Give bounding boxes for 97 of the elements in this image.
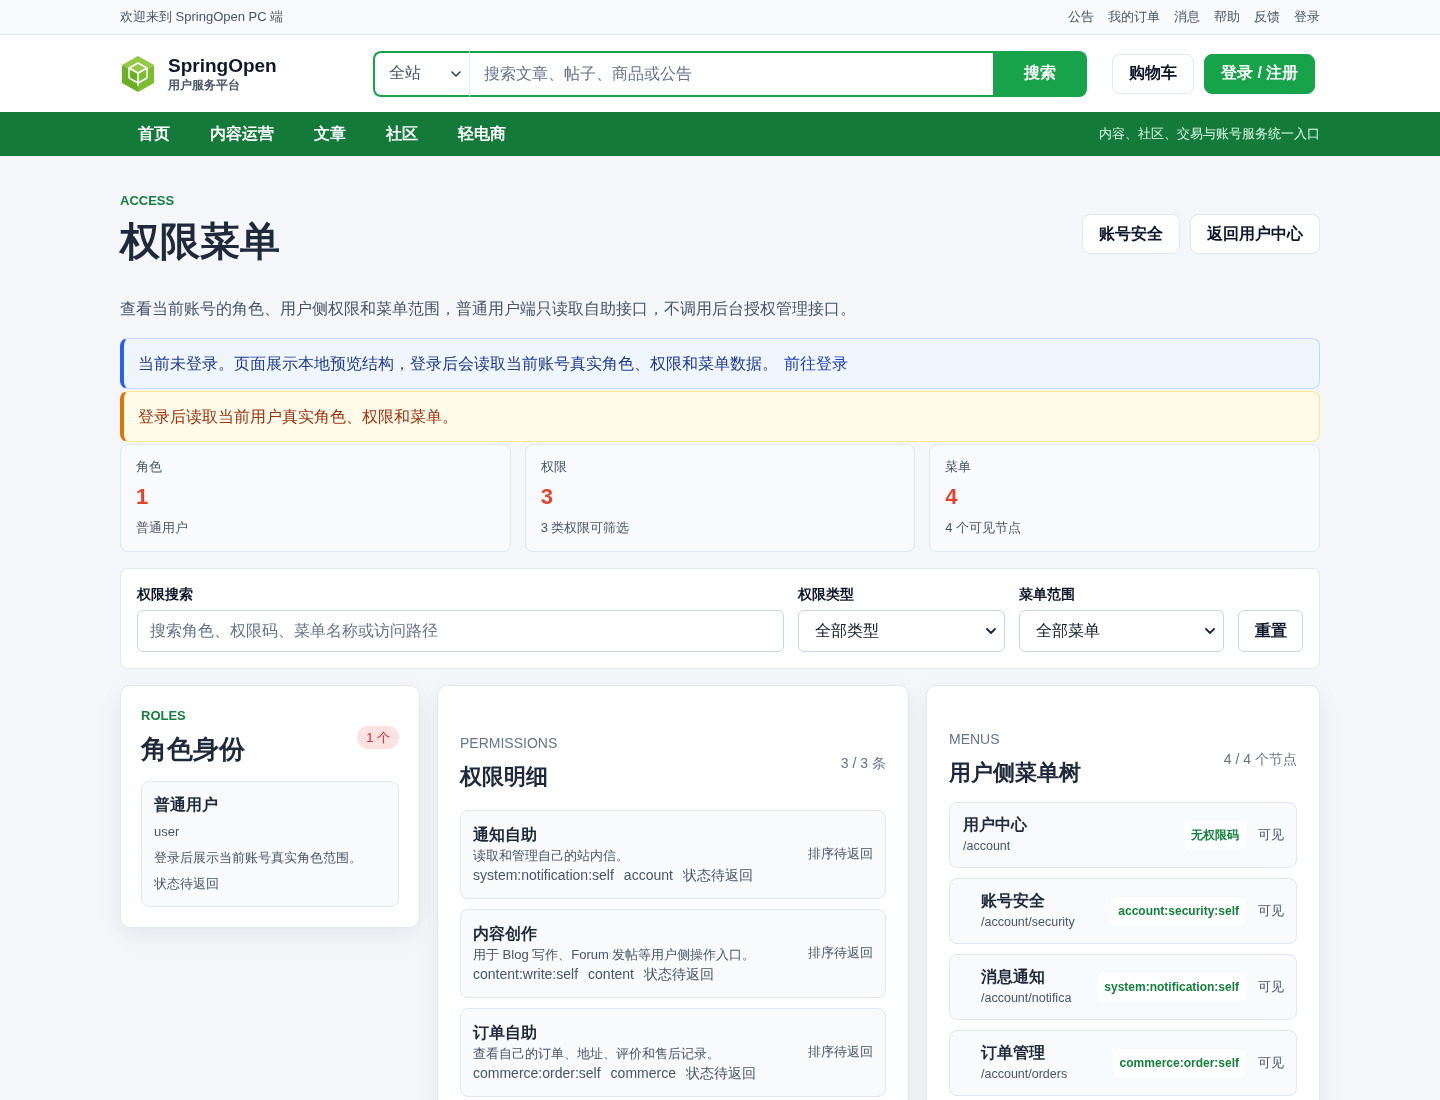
nav-item[interactable]: 社区 <box>368 123 436 145</box>
section-eyebrow: MENUS <box>949 730 1001 748</box>
page-description: 查看当前账号的角色、用户侧权限和菜单范围，普通用户端只读取自助接口，不调用后台授权管理接口。 <box>120 299 857 319</box>
role-description: 登录后展示当前账号真实角色范围。 <box>154 849 362 867</box>
permission-status: 状态待返回 <box>682 866 753 885</box>
menu-path: /account <box>963 838 1011 855</box>
section-title: 用户侧菜单树 <box>949 759 1081 787</box>
menu-path: /account/security <box>981 914 1075 931</box>
nav-item[interactable]: 轻电商 <box>440 123 524 145</box>
nav-tagline: 内容、社区、交易与账号服务统一入口 <box>1099 125 1320 143</box>
role-name: 普通用户 <box>154 795 218 815</box>
permission-name: 通知自助 <box>473 825 537 845</box>
permission-sort: 排序待返回 <box>808 1043 873 1061</box>
page-eyebrow: ACCESS <box>120 193 176 209</box>
menu-scope-select[interactable]: 全部菜单 <box>1019 610 1224 652</box>
field-label: 权限类型 <box>798 585 854 604</box>
page-action-button[interactable]: 账号安全 <box>1082 214 1180 254</box>
menu-path: /account/orders <box>981 1066 1068 1083</box>
chevron-down-icon <box>1205 628 1215 634</box>
menu-name: 订单管理 <box>981 1043 1045 1063</box>
chevron-down-icon <box>451 70 461 77</box>
permission-sort: 排序待返回 <box>808 845 873 863</box>
top-link[interactable]: 公告 <box>1068 8 1094 26</box>
menu-node[interactable]: 订单管理 /account/orders commerce:order:self 可见 <box>949 1030 1297 1096</box>
permission-description: 读取和管理自己的站内信。 <box>473 847 629 865</box>
menu-name: 消息通知 <box>981 967 1045 987</box>
result-count: 4 / 4 个节点 <box>1223 750 1297 769</box>
page-action-button[interactable]: 返回用户中心 <box>1190 214 1320 254</box>
reset-button[interactable]: 重置 <box>1238 610 1303 652</box>
search-input[interactable]: 搜索文章、帖子、商品或公告 <box>470 50 993 97</box>
stat-label: 菜单 <box>945 458 972 476</box>
permission-code: content:write:self <box>473 965 579 984</box>
welcome-text: 欢迎来到 SpringOpen PC 端 <box>120 8 284 26</box>
brand-subtitle: 用户服务平台 <box>168 76 241 93</box>
menu-node[interactable]: 用户中心 /account 无权限码 可见 <box>949 802 1297 868</box>
permission-tag: account:security:self <box>1111 896 1246 926</box>
section-eyebrow: ROLES <box>141 708 187 724</box>
permission-tag: commerce:order:self <box>1112 1048 1246 1078</box>
stat-value: 4 <box>945 483 958 511</box>
top-link[interactable]: 反馈 <box>1254 8 1280 26</box>
type-select[interactable]: 全部类型 <box>798 610 1005 652</box>
alert-text: 登录后读取当前用户真实角色、权限和菜单。 <box>138 406 458 427</box>
permission-code: system:notification:self <box>473 866 614 885</box>
stat-value: 3 <box>540 483 553 511</box>
role-code: user <box>154 823 180 841</box>
stat-note: 普通用户 <box>136 519 188 537</box>
stat-note: 4 个可见节点 <box>945 519 1022 537</box>
count-badge: 1 个 <box>357 725 399 749</box>
nav-item[interactable]: 文章 <box>296 123 364 145</box>
permission-name: 订单自助 <box>473 1023 537 1043</box>
permission-name: 内容创作 <box>473 924 537 944</box>
cart-button[interactable]: 购物车 <box>1112 53 1194 94</box>
nav-item[interactable]: 首页 <box>120 123 188 145</box>
visibility-text: 可见 <box>1258 978 1284 996</box>
menu-path: /account/notifica <box>981 990 1072 1007</box>
menu-name: 账号安全 <box>981 891 1045 911</box>
permission-status: 状态待返回 <box>644 965 714 984</box>
result-count: 3 / 3 条 <box>840 754 886 773</box>
nav-item[interactable]: 内容运营 <box>192 123 292 145</box>
visibility-text: 可见 <box>1258 826 1284 844</box>
brand-name: SpringOpen <box>168 54 277 77</box>
section-title: 权限明细 <box>460 763 549 791</box>
login-link[interactable]: 前往登录 <box>784 351 848 376</box>
permission-sort: 排序待返回 <box>808 944 873 962</box>
stat-label: 权限 <box>540 458 567 476</box>
permission-module: account <box>623 866 673 885</box>
permission-code: commerce:order:self <box>473 1064 601 1083</box>
menu-name: 用户中心 <box>963 815 1027 835</box>
permission-tag: system:notification:self <box>1097 972 1246 1002</box>
permission-description: 查看自己的订单、地址、评价和售后记录。 <box>473 1045 720 1063</box>
chevron-down-icon <box>986 628 996 634</box>
section-title: 角色身份 <box>141 733 245 766</box>
top-link[interactable]: 消息 <box>1174 8 1200 26</box>
permission-description: 用于 Blog 写作、Forum 发帖等用户侧操作入口。 <box>473 946 756 964</box>
cube-logo-icon[interactable] <box>120 54 156 93</box>
menu-node[interactable]: 消息通知 /account/notifica system:notification:self 可见 <box>949 954 1297 1020</box>
search-scope-select[interactable]: 全站 <box>373 50 470 97</box>
stat-value: 1 <box>136 483 149 511</box>
menu-node[interactable]: 账号安全 /account/security account:security:self 可见 <box>949 878 1297 944</box>
visibility-text: 可见 <box>1258 902 1284 920</box>
top-link[interactable]: 帮助 <box>1214 8 1240 26</box>
field-label: 权限搜索 <box>137 585 193 604</box>
page-title: 权限菜单 <box>120 218 280 265</box>
section-eyebrow: PERMISSIONS <box>460 734 558 752</box>
permission-tag: 无权限码 <box>1184 820 1246 850</box>
visibility-text: 可见 <box>1258 1054 1284 1072</box>
field-label: 菜单范围 <box>1019 585 1075 604</box>
stat-label: 角色 <box>136 458 162 476</box>
stat-note: 3 类权限可筛选 <box>540 519 630 537</box>
permission-search-field[interactable]: 搜索角色、权限码、菜单名称或访问路径 <box>137 610 784 652</box>
top-link[interactable]: 登录 <box>1294 8 1320 26</box>
alert-text: 当前未登录。页面展示本地预览结构，登录后会读取当前账号真实角色、权限和菜单数据。 <box>138 353 778 374</box>
permission-module: content <box>588 965 634 984</box>
permission-status: 状态待返回 <box>685 1064 756 1083</box>
top-link[interactable]: 我的订单 <box>1108 8 1160 26</box>
role-status: 状态待返回 <box>154 875 219 893</box>
permission-module: commerce <box>610 1064 676 1083</box>
